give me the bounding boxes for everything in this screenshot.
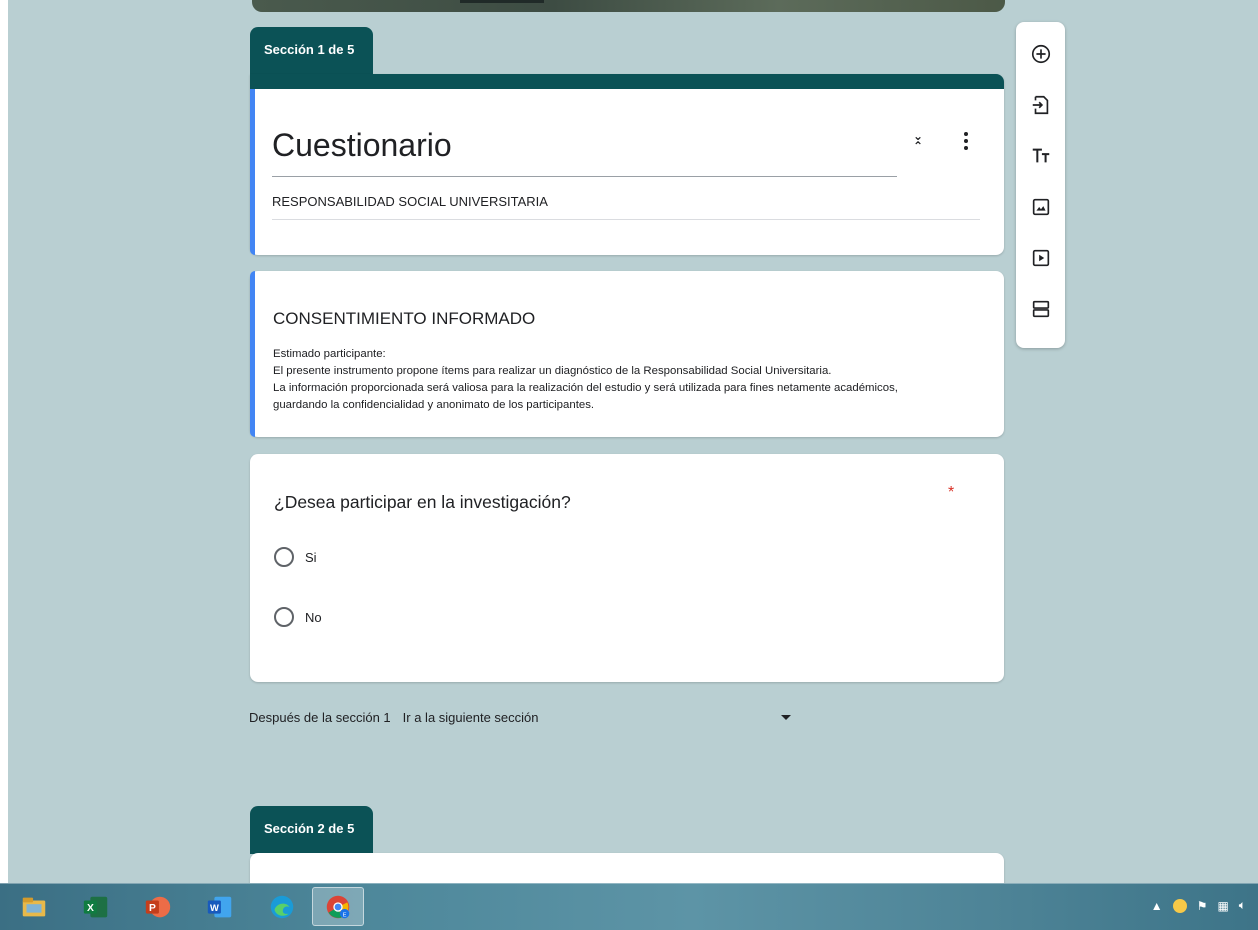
focus-accent-bar bbox=[250, 89, 255, 255]
svg-text:W: W bbox=[210, 903, 219, 913]
option-si[interactable]: Si bbox=[274, 547, 317, 567]
form-title[interactable]: Cuestionario bbox=[272, 127, 452, 164]
update-icon[interactable] bbox=[1172, 898, 1187, 913]
option-no[interactable]: No bbox=[274, 607, 322, 627]
add-section-icon[interactable] bbox=[1028, 296, 1054, 322]
section-tab-label: Sección 2 de 5 bbox=[264, 821, 355, 836]
consent-card[interactable]: CONSENTIMIENTO INFORMADO Estimado partic… bbox=[250, 271, 1004, 437]
file-explorer-icon[interactable] bbox=[8, 887, 60, 926]
header-image bbox=[252, 0, 1005, 12]
show-hidden-icons-icon[interactable]: ▲ bbox=[1151, 899, 1163, 913]
option-label: No bbox=[305, 609, 322, 625]
edge-icon[interactable] bbox=[256, 887, 308, 926]
system-tray: ▲ ⚑ ▦ 🔈︎ bbox=[1151, 898, 1246, 913]
radio-button[interactable] bbox=[274, 607, 294, 627]
add-title-icon[interactable] bbox=[1028, 143, 1054, 169]
consent-title: CONSENTIMIENTO INFORMADO bbox=[273, 309, 536, 328]
form-title-card[interactable]: Cuestionario ⌄ ⌃ RESPONSABILIDAD SOCIAL U… bbox=[250, 74, 1004, 255]
add-image-icon[interactable] bbox=[1028, 194, 1054, 220]
svg-text:E: E bbox=[343, 912, 347, 918]
question-text: ¿Desea participar en la investigación? bbox=[274, 492, 571, 512]
svg-text:P: P bbox=[149, 903, 156, 914]
section-tab-label: Sección 1 de 5 bbox=[264, 42, 355, 57]
focus-accent-bar bbox=[250, 271, 255, 437]
action-center-flag-icon[interactable]: ⚑ bbox=[1197, 899, 1208, 913]
consent-body: Estimado participante: El presente instr… bbox=[273, 346, 993, 414]
consent-line: Estimado participante: bbox=[273, 348, 386, 360]
after-section-select[interactable]: Ir a la siguiente sección bbox=[403, 710, 781, 725]
form-description[interactable]: RESPONSABILIDAD SOCIAL UNIVERSITARIA bbox=[272, 194, 548, 209]
dropdown-arrow-icon[interactable] bbox=[780, 715, 791, 720]
word-icon[interactable]: W bbox=[194, 887, 246, 926]
excel-icon[interactable]: X bbox=[70, 887, 122, 926]
after-section-label: Después de la sección 1 bbox=[249, 710, 391, 725]
question-card[interactable]: ¿Desea participar en la investigación? *… bbox=[250, 454, 1004, 682]
more-options-icon[interactable] bbox=[958, 132, 974, 152]
powerpoint-icon[interactable]: P bbox=[132, 887, 184, 926]
import-questions-icon[interactable] bbox=[1028, 92, 1054, 118]
option-label: Si bbox=[305, 549, 317, 565]
chrome-icon[interactable]: E bbox=[312, 887, 364, 926]
radio-button[interactable] bbox=[274, 547, 294, 567]
volume-icon[interactable]: 🔈︎ bbox=[1239, 898, 1246, 913]
consent-line: guardando la confidencialidad y anonimat… bbox=[273, 399, 595, 411]
title-underline bbox=[272, 176, 897, 177]
add-video-icon[interactable] bbox=[1028, 245, 1054, 271]
section-tab: Sección 2 de 5 bbox=[250, 806, 373, 854]
floating-toolbar bbox=[1016, 22, 1065, 348]
required-marker: * bbox=[948, 484, 955, 501]
after-section-control: Después de la sección 1 Ir a la siguient… bbox=[249, 710, 791, 725]
add-question-icon[interactable] bbox=[1028, 41, 1054, 67]
consent-line: El presente instrumento propone ítems pa… bbox=[273, 365, 832, 377]
svg-text:X: X bbox=[87, 903, 94, 914]
network-icon[interactable]: ▦ bbox=[1217, 899, 1228, 913]
consent-line: La información proporcionada será valios… bbox=[273, 382, 898, 394]
collapse-section-icon[interactable]: ⌄ ⌃ bbox=[910, 130, 926, 152]
window-left-edge bbox=[0, 0, 8, 930]
taskbar: X P W E ▲ ⚑ ▦ 🔈︎ bbox=[0, 883, 1258, 930]
section-tab: Sección 1 de 5 bbox=[250, 27, 373, 75]
description-underline bbox=[272, 219, 980, 220]
